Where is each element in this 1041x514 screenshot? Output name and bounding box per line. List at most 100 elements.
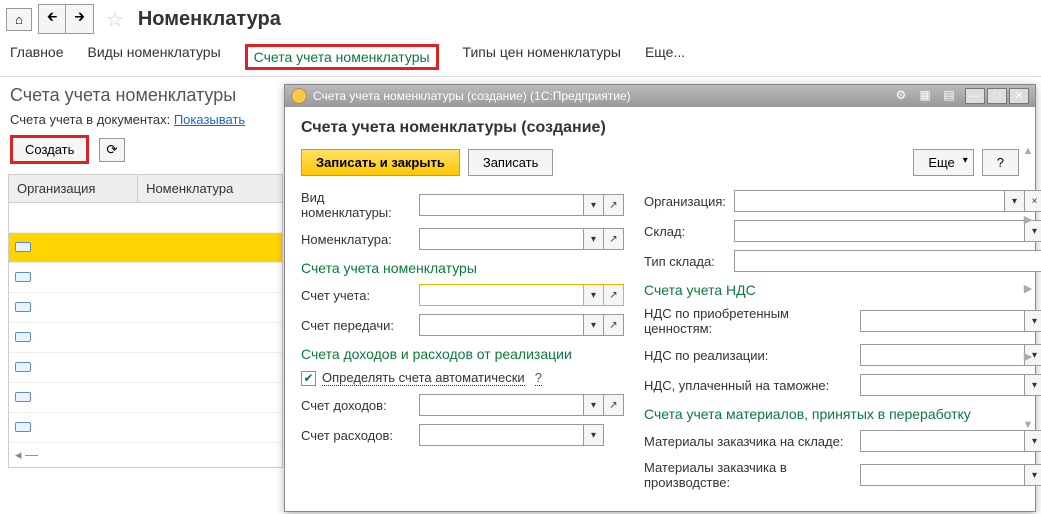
record-icon: [15, 272, 31, 282]
open-icon[interactable]: ↗: [604, 394, 624, 416]
record-icon: [15, 362, 31, 372]
refresh-button[interactable]: ⟳: [99, 138, 124, 162]
dropdown-icon[interactable]: ▾: [584, 284, 604, 306]
col-org[interactable]: Организация: [9, 175, 138, 203]
label-nom: Номенклатура:: [301, 232, 413, 247]
table-row[interactable]: [9, 383, 282, 413]
titlebar-calendar-icon[interactable]: ▤: [941, 88, 957, 102]
page-title: Номенклатура: [138, 8, 281, 31]
input-sklad[interactable]: [734, 220, 1025, 242]
save-close-button[interactable]: Записать и закрыть: [301, 149, 460, 176]
dropdown-icon[interactable]: ▾: [584, 314, 604, 336]
save-button[interactable]: Записать: [468, 149, 554, 176]
dropdown-icon[interactable]: ▾: [584, 228, 604, 250]
table-row[interactable]: [9, 323, 282, 353]
label-expense: Счет расходов:: [301, 428, 413, 443]
label-auto[interactable]: Определять счета автоматически: [322, 370, 525, 386]
scroll-right-icon[interactable]: ▶: [1021, 350, 1035, 363]
tab-kinds[interactable]: Виды номенклатуры: [88, 44, 221, 70]
input-vid[interactable]: [419, 194, 584, 216]
checkbox-auto[interactable]: ✔: [301, 371, 316, 386]
record-icon: [15, 392, 31, 402]
input-vat-sale[interactable]: [860, 344, 1025, 366]
label-org: Организация:: [644, 194, 728, 209]
scroll-down-icon[interactable]: ▼: [1021, 419, 1035, 431]
input-acct[interactable]: [419, 284, 584, 306]
help-icon[interactable]: ?: [535, 370, 542, 386]
input-transfer[interactable]: [419, 314, 584, 336]
dropdown-icon[interactable]: ▾: [584, 424, 604, 446]
label-vat-sale: НДС по реализации:: [644, 348, 854, 363]
label-vat-purchase: НДС по приобретенным ценностям:: [644, 306, 854, 336]
input-mat-prod[interactable]: [860, 464, 1025, 486]
titlebar-calc-icon[interactable]: ▦: [917, 88, 933, 102]
label-sklad: Склад:: [644, 224, 728, 239]
record-icon: [15, 332, 31, 342]
back-button[interactable]: 🡰: [38, 4, 66, 34]
tab-main[interactable]: Главное: [10, 44, 64, 70]
scroll-indicator[interactable]: ◂ —: [9, 443, 282, 467]
docs-show-link[interactable]: Показывать: [174, 112, 245, 127]
forward-button[interactable]: 🡲: [65, 4, 94, 34]
input-nom[interactable]: [419, 228, 584, 250]
input-mat-stock[interactable]: [860, 430, 1025, 452]
tab-bar: Главное Виды номенклатуры Счета учета но…: [0, 38, 1041, 77]
minimize-button[interactable]: —: [965, 88, 985, 104]
refresh-icon: ⟳: [106, 142, 117, 157]
dialog-heading: Счета учета номенклатуры (создание): [301, 119, 1019, 137]
record-icon: [15, 302, 31, 312]
label-mat-prod: Материалы заказчика в производстве:: [644, 460, 854, 490]
label-transfer: Счет передачи:: [301, 318, 413, 333]
group-income: Счета доходов и расходов от реализации: [301, 346, 624, 362]
favorite-icon[interactable]: ☆: [106, 7, 124, 32]
open-icon[interactable]: ↗: [604, 194, 624, 216]
dropdown-icon[interactable]: ▾: [584, 194, 604, 216]
group-vat: Счета учета НДС: [644, 282, 1041, 298]
table-row[interactable]: [9, 293, 282, 323]
table-row[interactable]: [9, 233, 282, 263]
record-icon: [15, 242, 31, 252]
open-icon[interactable]: ↗: [604, 228, 624, 250]
col-nom[interactable]: Номенклатура: [138, 175, 282, 203]
tab-prices[interactable]: Типы цен номенклатуры: [463, 44, 621, 70]
input-org[interactable]: [734, 190, 1005, 212]
input-tip-sklada[interactable]: [734, 250, 1041, 272]
help-button[interactable]: ?: [982, 149, 1019, 176]
scroll-up-icon[interactable]: ▲: [1021, 145, 1035, 157]
label-income: Счет доходов:: [301, 398, 413, 413]
label-tip-sklada: Тип склада:: [644, 254, 728, 269]
accounts-table: Организация Номенклатура ◂ —: [8, 174, 283, 468]
group-accounts: Счета учета номенклатуры: [301, 260, 624, 276]
dialog-window: Счета учета номенклатуры (создание) (1С:…: [284, 84, 1036, 512]
scroll-right-icon[interactable]: ▶: [1021, 282, 1035, 295]
more-button[interactable]: Еще: [913, 149, 973, 176]
input-income[interactable]: [419, 394, 584, 416]
table-row[interactable]: [9, 413, 282, 443]
titlebar-settings-icon[interactable]: ⚙: [893, 88, 909, 102]
dialog-title: Счета учета номенклатуры (создание) (1С:…: [313, 89, 631, 103]
tab-more[interactable]: Еще...: [645, 44, 685, 70]
maximize-button[interactable]: □: [987, 88, 1007, 104]
label-acct: Счет учета:: [301, 288, 413, 303]
create-button[interactable]: Создать: [10, 135, 89, 164]
app-logo-icon: [291, 88, 307, 104]
label-vat-customs: НДС, уплаченный на таможне:: [644, 378, 854, 393]
group-materials: Счета учета материалов, принятых в перер…: [644, 406, 1041, 422]
label-mat-stock: Материалы заказчика на складе:: [644, 434, 854, 449]
input-vat-purchase[interactable]: [860, 310, 1025, 332]
table-row[interactable]: [9, 203, 282, 233]
close-button[interactable]: ✕: [1009, 88, 1029, 104]
input-expense[interactable]: [419, 424, 584, 446]
table-row[interactable]: [9, 353, 282, 383]
home-button[interactable]: ⌂: [6, 8, 32, 31]
scroll-right-icon[interactable]: ▶: [1021, 213, 1035, 226]
docs-label: Счета учета в документах:: [10, 112, 170, 127]
record-icon: [15, 422, 31, 432]
dialog-titlebar[interactable]: Счета учета номенклатуры (создание) (1С:…: [285, 85, 1035, 107]
table-row[interactable]: [9, 263, 282, 293]
open-icon[interactable]: ↗: [604, 284, 624, 306]
open-icon[interactable]: ↗: [604, 314, 624, 336]
tab-accounts[interactable]: Счета учета номенклатуры: [245, 44, 439, 70]
dropdown-icon[interactable]: ▾: [584, 394, 604, 416]
input-vat-customs[interactable]: [860, 374, 1025, 396]
